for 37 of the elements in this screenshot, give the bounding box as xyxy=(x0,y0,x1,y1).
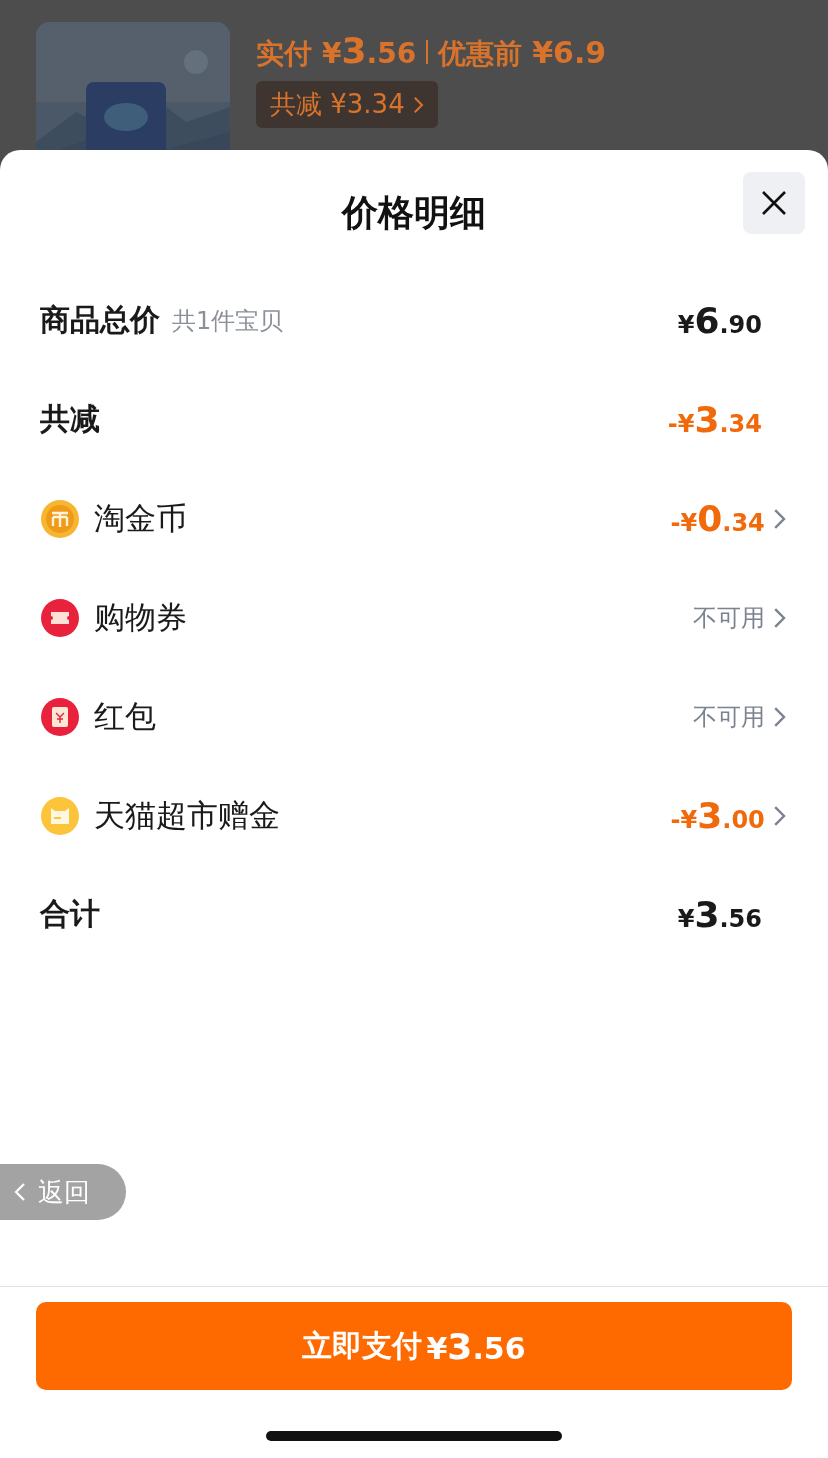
discount-chip[interactable]: 共减 ¥3.34 xyxy=(256,81,438,128)
discount-row[interactable]: 天猫超市赠金 -¥3.00 xyxy=(40,766,786,865)
row-label: 共减 xyxy=(40,400,100,438)
paid-amount: ¥3.56 xyxy=(322,30,417,71)
status-text: 不可用 xyxy=(692,602,765,634)
chevron-icon xyxy=(772,606,786,629)
close-button[interactable] xyxy=(743,172,805,234)
sheet-title: 价格明细 xyxy=(342,190,486,235)
row-label: 商品总价 xyxy=(40,301,160,339)
discount-row[interactable]: 购物券 不可用 xyxy=(40,568,786,667)
chevron-icon xyxy=(412,95,424,114)
ticket-icon xyxy=(40,597,80,638)
row-label: 天猫超市赠金 xyxy=(94,795,280,835)
discount-row[interactable]: 红包 不可用 xyxy=(40,667,786,766)
original-price-label: 优惠前 xyxy=(438,36,523,72)
row-label: 购物券 xyxy=(94,597,187,637)
discount-row[interactable]: 淘金币 -¥0.34 xyxy=(40,469,786,568)
discount-amount: -¥3.00 xyxy=(670,795,765,836)
price-amount: ¥3.56 xyxy=(677,894,762,935)
close-icon xyxy=(761,190,787,216)
chevron-icon xyxy=(772,804,786,827)
cat-card-icon xyxy=(40,795,80,836)
envelope-icon xyxy=(40,696,80,737)
chevron-icon xyxy=(14,1182,26,1202)
discount-amount: -¥3.34 xyxy=(667,399,762,440)
original-price: ¥6.9 xyxy=(532,35,607,70)
status-text: 不可用 xyxy=(692,701,765,733)
row-label: 合计 xyxy=(40,895,100,933)
row-label: 红包 xyxy=(94,696,156,736)
item-count: 共1件宝贝 xyxy=(172,305,284,337)
paid-label: 实付 xyxy=(256,36,312,72)
price-amount: ¥6.90 xyxy=(677,300,762,341)
chevron-icon xyxy=(772,705,786,728)
coin-icon xyxy=(40,498,80,539)
discount-amount: -¥0.34 xyxy=(670,498,765,539)
row-label: 淘金币 xyxy=(94,498,187,538)
chevron-icon xyxy=(772,507,786,530)
